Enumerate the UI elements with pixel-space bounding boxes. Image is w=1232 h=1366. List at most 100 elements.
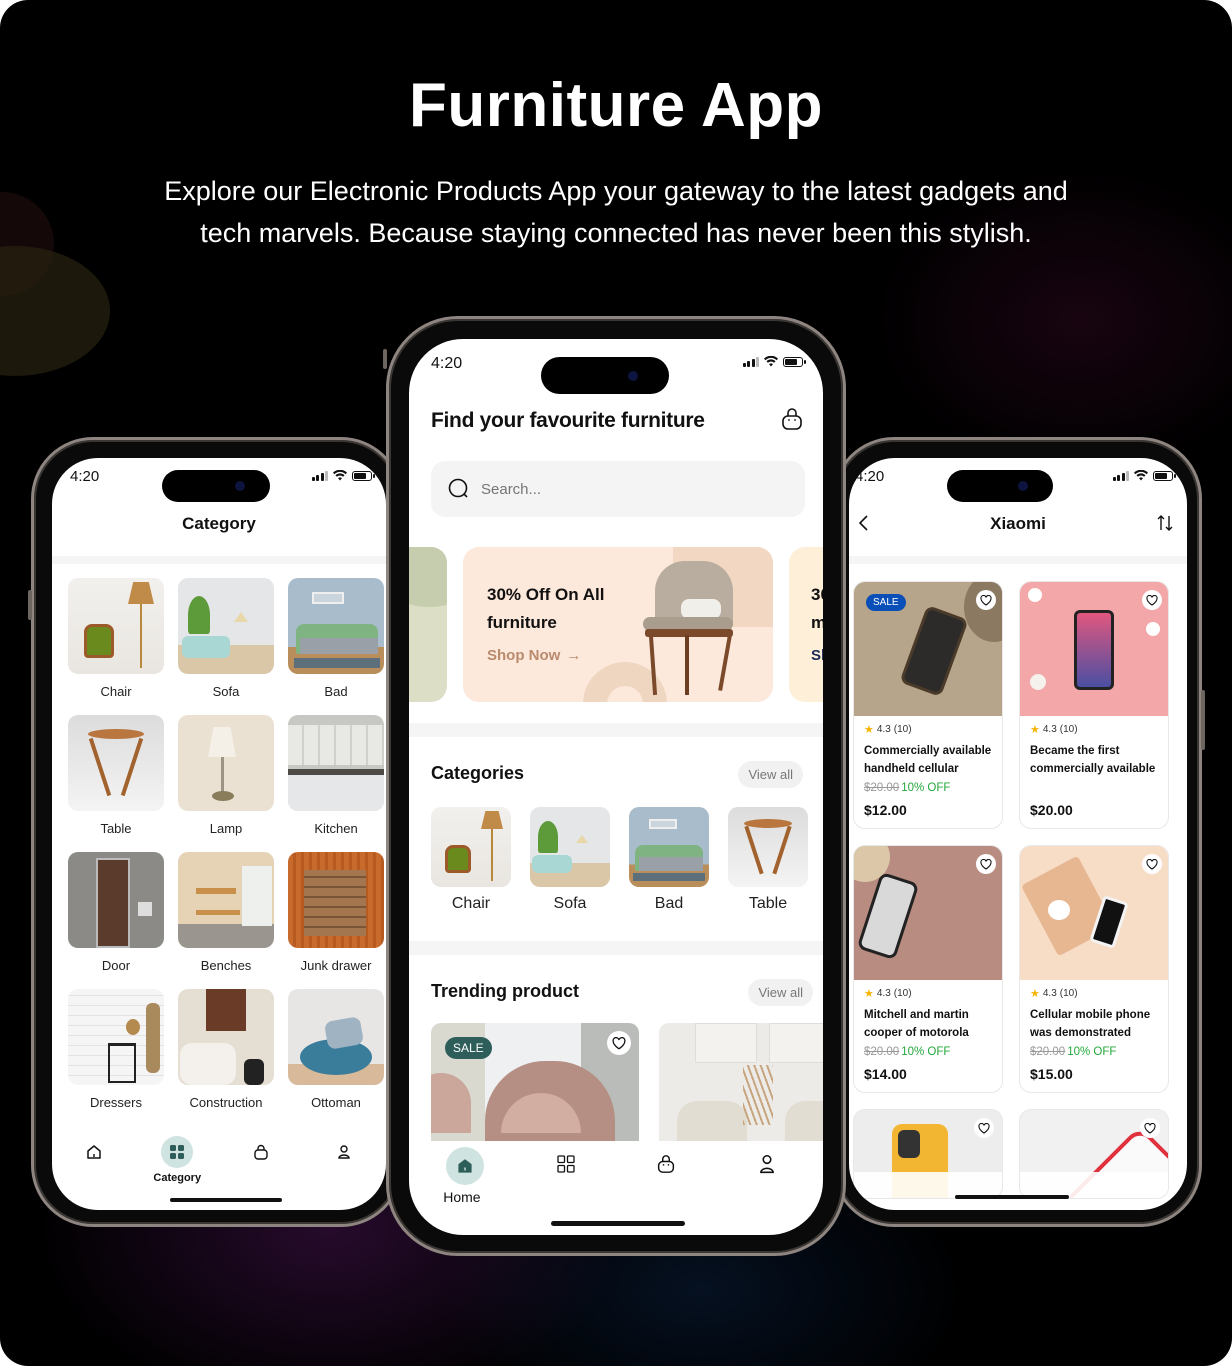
battery-icon	[352, 471, 375, 481]
product-card[interactable]	[853, 1109, 1003, 1199]
view-all-trending[interactable]: View all	[748, 979, 813, 1006]
category-label: Bad	[324, 684, 348, 699]
view-all-categories[interactable]: View all	[738, 761, 803, 788]
phone-side-button	[383, 349, 387, 369]
category-item[interactable]: Benches	[178, 852, 274, 989]
discount-label: 10% OFF	[901, 782, 951, 794]
promo-banner[interactable]: 30% Off On All furniture Shop Now →	[463, 547, 773, 702]
category-label: Chair	[451, 895, 491, 912]
star-icon: ★	[864, 988, 874, 1000]
category-item[interactable]: Sofa	[178, 578, 274, 715]
rating: ★ 4.3 (10)	[864, 988, 912, 1000]
category-label: Construction	[189, 1095, 263, 1110]
category-item[interactable]: Table	[728, 807, 808, 913]
category-item[interactable]: Door	[68, 852, 164, 989]
product-card[interactable]: SALE ★ 4.3 (10) Commercially available han…	[853, 581, 1003, 829]
heart-icon	[1146, 858, 1158, 870]
product-grid: SALE ★ 4.3 (10) Commercially available han…	[853, 581, 1169, 1199]
discount-label: 10% OFF	[901, 1046, 951, 1058]
shop-now-link[interactable]: Shop Now →	[487, 647, 581, 664]
category-item[interactable]: Lamp	[178, 715, 274, 852]
heart-icon	[1146, 594, 1158, 606]
category-label: Benches	[200, 958, 252, 973]
favorite-button[interactable]	[1142, 590, 1162, 610]
sort-icon	[1157, 515, 1173, 531]
favorite-button[interactable]	[607, 1031, 631, 1055]
product-name: Cellular mobile phone was demonstrated	[1030, 1009, 1151, 1039]
favorite-button[interactable]	[976, 590, 996, 610]
phone-brand-products: 4:20 Xiaomi SALE ★ 4.3 (10) Commercially…	[829, 437, 1205, 1227]
lamp-image	[178, 715, 274, 811]
category-item[interactable]: Chair	[431, 807, 511, 913]
category-screen: 4:20 Category Chair Sofa Bad Table Lamp …	[52, 458, 386, 1210]
grid-icon	[170, 1145, 185, 1159]
favorite-button[interactable]	[1142, 854, 1162, 874]
home-indicator	[955, 1195, 1069, 1199]
product-card[interactable]	[1019, 1109, 1169, 1199]
product-card[interactable]: ★ 4.3 (10) Cellular mobile phone was demon…	[1019, 845, 1169, 1093]
tab-home[interactable]: Home	[430, 1147, 500, 1205]
status-icons	[311, 470, 375, 481]
phone-side-button	[28, 590, 32, 620]
dynamic-island	[162, 470, 270, 502]
product-price: $14.00	[864, 1066, 907, 1082]
category-item[interactable]: Junk drawer	[288, 852, 384, 989]
status-time: 4:20	[70, 468, 100, 485]
heart-icon	[1144, 1122, 1156, 1134]
tab-cart[interactable]	[631, 1148, 701, 1180]
hero-subtitle-line: tech marvels. Because staying connected …	[200, 218, 1032, 248]
divider	[409, 941, 823, 955]
home-indicator	[551, 1221, 685, 1226]
home-icon	[458, 1159, 472, 1173]
brand-screen: 4:20 Xiaomi SALE ★ 4.3 (10) Commercially…	[849, 458, 1187, 1210]
heart-icon	[978, 1122, 990, 1134]
hero-subtitle-line: Explore our Electronic Products App your…	[164, 176, 1068, 206]
shop-now-link: Sh	[811, 647, 823, 664]
ottoman-image	[288, 989, 384, 1085]
bed-image	[629, 807, 709, 887]
promo-banner[interactable]: 30m Sh	[789, 547, 823, 702]
category-item[interactable]: Chair	[68, 578, 164, 715]
product-card[interactable]: ★ 4.3 (10) Mitchell and martin cooper of m…	[853, 845, 1003, 1093]
tab-category[interactable]: Category	[142, 1136, 212, 1184]
favorite-button[interactable]	[976, 854, 996, 874]
section-title-trending: Trending product	[431, 981, 579, 1001]
category-label: Sofa	[553, 895, 587, 912]
tab-cart[interactable]: .	[226, 1136, 296, 1184]
tab-profile[interactable]	[732, 1148, 802, 1180]
trending-product-card[interactable]	[659, 1023, 823, 1141]
sort-button[interactable]	[1157, 514, 1173, 537]
category-item[interactable]: Bad	[629, 807, 709, 913]
category-item[interactable]: Bad	[288, 578, 384, 715]
trending-product-card[interactable]: SALE	[431, 1023, 639, 1141]
cart-button[interactable]	[781, 407, 803, 436]
favorite-button[interactable]	[974, 1118, 994, 1138]
favorite-button[interactable]	[1140, 1118, 1160, 1138]
arrow-right-icon: →	[566, 647, 582, 664]
battery-icon	[1153, 471, 1176, 481]
search-bar[interactable]	[431, 461, 805, 517]
tab-category[interactable]	[531, 1148, 601, 1180]
category-label: Kitchen	[314, 821, 358, 836]
promo-banner[interactable]	[409, 547, 447, 702]
status-icons	[1112, 470, 1176, 481]
product-card[interactable]: ★ 4.3 (10) Became the first commercially a…	[1019, 581, 1169, 829]
home-screen: 4:20 Find your favourite furniture Searc…	[409, 339, 823, 1235]
shopping-bag-icon	[658, 1155, 675, 1173]
divider	[409, 723, 823, 737]
category-item[interactable]: Construction	[178, 989, 274, 1126]
signal-icon	[311, 471, 328, 481]
door-image	[68, 852, 164, 948]
category-item[interactable]: Ottoman	[288, 989, 384, 1126]
category-item[interactable]: Sofa	[530, 807, 610, 913]
category-item[interactable]: Dressers	[68, 989, 164, 1126]
tab-home[interactable]: .	[59, 1136, 129, 1184]
star-icon: ★	[1030, 988, 1040, 1000]
category-item[interactable]: Table	[68, 715, 164, 852]
price-old: $20.00 10% OFF	[864, 782, 951, 794]
page-title: Find your favourite furniture	[431, 409, 705, 432]
status-icons	[742, 356, 806, 367]
category-item[interactable]: Kitchen	[288, 715, 384, 852]
search-input[interactable]	[481, 480, 761, 498]
tab-profile[interactable]: .	[309, 1136, 379, 1184]
